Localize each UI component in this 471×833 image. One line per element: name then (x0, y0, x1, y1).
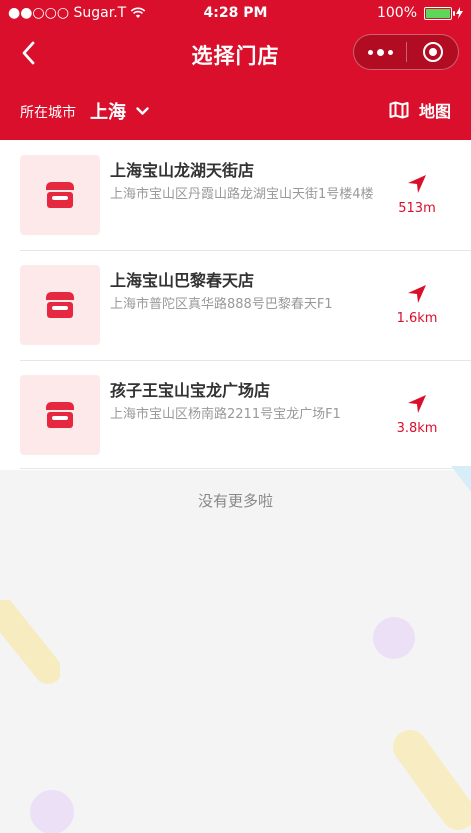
store-name: 孩子王宝山宝龙广场店 (110, 381, 271, 400)
navigation-arrow-icon (408, 395, 426, 413)
store-address: 上海市普陀区真华路888号巴黎春天F1 (110, 297, 333, 312)
store-distance: 1.6km (387, 283, 447, 326)
store-item[interactable]: 上海宝山龙湖天街店 上海市宝山区丹霞山路龙湖宝山天街1号楼4楼 513m (0, 140, 471, 250)
battery-percent: 100% (376, 5, 417, 21)
store-address: 上海市宝山区丹霞山路龙湖宝山天街1号楼4楼 (110, 187, 374, 202)
charging-bolt-icon (456, 7, 463, 19)
more-button[interactable] (354, 48, 406, 56)
store-thumbnail (20, 155, 100, 235)
mini-program-capsule (353, 34, 459, 70)
decor-lavender-dot (30, 790, 74, 833)
city-bar: 所在城市 上海 地图 (0, 78, 471, 140)
decor-blue-corner (451, 466, 471, 492)
chevron-down-icon (136, 106, 149, 115)
store-list: 上海宝山龙湖天街店 上海市宝山区丹霞山路龙湖宝山天街1号楼4楼 513m 上海宝… (0, 140, 471, 470)
more-dots-icon (367, 49, 373, 55)
list-end-divider (20, 468, 471, 469)
store-name: 上海宝山巴黎春天店 (110, 271, 255, 290)
store-icon (46, 292, 74, 318)
distance-text: 513m (398, 201, 436, 216)
battery-status: 100% (377, 5, 463, 21)
decor-yellow-bar-left (0, 600, 60, 684)
decor-purple-dot (373, 617, 415, 659)
target-circle-icon (422, 42, 443, 62)
battery-icon (424, 6, 455, 20)
city-label: 所在城市 (20, 105, 76, 121)
store-item[interactable]: 孩子王宝山宝龙广场店 上海市宝山区杨南路2211号宝龙广场F1 3.8km (0, 360, 471, 470)
nav-bar: 选择门店 (0, 28, 471, 78)
map-label: 地图 (418, 102, 451, 121)
store-item[interactable]: 上海宝山巴黎春天店 上海市普陀区真华路888号巴黎春天F1 1.6km (0, 250, 471, 360)
status-bar: ●●○○○ Sugar.T 4:28 PM 100% (0, 0, 471, 28)
decor-yellow-bar-right (393, 730, 471, 830)
store-thumbnail (20, 375, 100, 455)
close-mini-program-button[interactable] (407, 41, 458, 63)
store-name: 上海宝山龙湖天街店 (110, 161, 255, 180)
city-name: 上海 (90, 102, 126, 123)
navigation-arrow-icon (408, 175, 426, 193)
distance-text: 3.8km (396, 421, 438, 436)
store-distance: 3.8km (387, 393, 447, 436)
city-selector[interactable]: 上海 (90, 98, 149, 124)
store-address: 上海市宝山区杨南路2211号宝龙广场F1 (110, 407, 341, 422)
store-icon (46, 182, 74, 208)
store-thumbnail (20, 265, 100, 345)
no-more-text: 没有更多啦 (197, 492, 273, 510)
map-button[interactable]: 地图 (389, 98, 451, 122)
distance-text: 1.6km (396, 311, 438, 326)
map-icon (389, 101, 409, 119)
store-icon (46, 402, 74, 428)
store-distance: 513m (387, 173, 447, 216)
navigation-arrow-icon (408, 285, 426, 303)
